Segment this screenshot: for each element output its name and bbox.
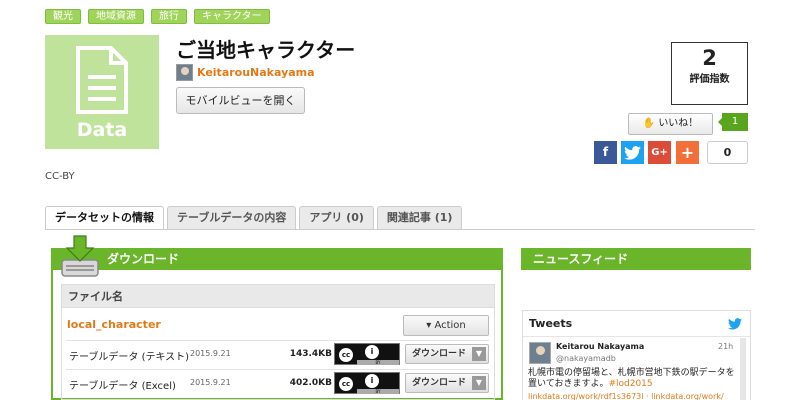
tab-bar: データセットの情報 テーブルデータの内容 アプリ (0) 関連記事 (1) xyxy=(45,206,463,230)
tweet-author-name[interactable]: Keitarou Nakayama xyxy=(556,342,644,351)
facebook-share-button[interactable]: f xyxy=(594,141,617,164)
tweet-hashtag[interactable]: #lod2015 xyxy=(608,379,652,389)
rating-score-box: 2 評価指数 xyxy=(671,42,748,105)
tweets-divider xyxy=(523,336,750,337)
rating-score: 2 xyxy=(702,46,717,70)
google-plus-share-button[interactable]: G+ xyxy=(648,141,671,164)
tag-travel[interactable]: 旅行 xyxy=(151,9,187,24)
file-row-size: 143.4KB xyxy=(289,349,332,359)
download-button[interactable]: ダウンロード ▼ xyxy=(405,373,489,393)
tweets-title[interactable]: Tweets xyxy=(529,317,572,330)
twitter-bird-icon xyxy=(728,318,742,330)
tab-dataset-info[interactable]: データセットの情報 xyxy=(45,206,164,230)
tag-sightseeing[interactable]: 観光 xyxy=(45,9,81,24)
license-label: CC-BY xyxy=(45,171,75,182)
download-icon xyxy=(61,235,99,277)
file-name-link[interactable]: local_character xyxy=(67,318,161,331)
google-plus-icon: G+ xyxy=(651,147,668,158)
tag-character[interactable]: キャラクター xyxy=(194,9,270,24)
tweet-link[interactable]: linkdata.org/work/rdf1s3673i · linkdata.… xyxy=(528,392,743,400)
tab-related-articles[interactable]: 関連記事 (1) xyxy=(376,206,463,229)
file-table-header: ファイル名 xyxy=(62,285,494,308)
download-button-label: ダウンロード xyxy=(412,378,467,388)
open-mobile-view-button[interactable]: モバイルビューを開く xyxy=(176,87,305,114)
like-button[interactable]: ✋ いいね！ xyxy=(628,113,713,135)
caret-down-icon: ▾ xyxy=(426,320,432,331)
cc-by-license-badge[interactable]: cc i BY xyxy=(334,343,400,365)
tweet-text: 札幌市電の停留場と、札幌市営地下鉄の駅データを置いておきますよ。#lod2015 xyxy=(528,368,740,390)
file-row-name: テーブルデータ (テキスト) xyxy=(69,352,190,363)
file-row-size: 402.0KB xyxy=(289,378,332,388)
twitter-share-button[interactable] xyxy=(621,141,644,164)
author[interactable]: KeitarouNakayama xyxy=(176,64,315,81)
facebook-icon: f xyxy=(602,145,609,159)
rating-label: 評価指数 xyxy=(689,74,730,85)
tag-local-resources[interactable]: 地域資源 xyxy=(88,9,144,24)
arrow-down-icon: ▼ xyxy=(472,376,486,390)
share-count: 0 xyxy=(707,141,748,164)
file-row-date: 2015.9.21 xyxy=(190,349,231,358)
arrow-down-icon: ▼ xyxy=(472,347,486,361)
dataset-data-icon: Data xyxy=(45,35,159,149)
action-label: Action xyxy=(434,320,466,331)
page-title: ご当地キャラクター xyxy=(176,38,356,62)
file-row: テーブルデータ (テキスト) 2015.9.21 143.4KB cc i BY ダ… xyxy=(66,340,489,367)
twitter-icon xyxy=(624,146,641,160)
action-dropdown-button[interactable]: ▾ Action xyxy=(403,315,489,336)
like-count: 1 xyxy=(718,113,748,131)
tweet-avatar[interactable] xyxy=(529,342,551,364)
tweets-scrollbar[interactable] xyxy=(740,338,746,400)
file-row: テーブルデータ (Excel) 2015.9.21 402.0KB cc i BY … xyxy=(66,369,489,396)
tab-divider xyxy=(45,229,755,230)
plus-icon: + xyxy=(680,143,695,162)
add-share-button[interactable]: + xyxy=(676,141,699,164)
document-icon xyxy=(76,46,128,114)
tag-list: 観光 地域資源 旅行 キャラクター xyxy=(45,9,270,24)
data-icon-label: Data xyxy=(76,119,128,141)
like-label: いいね！ xyxy=(658,118,699,129)
download-button-label: ダウンロード xyxy=(412,349,467,359)
download-panel-title: ダウンロード xyxy=(51,248,503,270)
tab-apps[interactable]: アプリ (0) xyxy=(299,206,374,229)
file-row-date: 2015.9.21 xyxy=(190,378,231,387)
cc-by-license-badge[interactable]: cc i BY xyxy=(334,372,400,394)
file-row-name: テーブルデータ (Excel) xyxy=(69,381,176,392)
avatar xyxy=(176,64,193,81)
newsfeed-title: ニュースフィード xyxy=(521,248,751,270)
tab-table-contents[interactable]: テーブルデータの内容 xyxy=(167,206,297,229)
author-name[interactable]: KeitarouNakayama xyxy=(197,66,315,79)
download-button[interactable]: ダウンロード ▼ xyxy=(405,344,489,364)
tweet-author-handle[interactable]: @nakayamadb xyxy=(556,354,616,363)
thumbs-up-icon: ✋ xyxy=(642,118,656,129)
tweet-time[interactable]: 21h xyxy=(718,342,733,351)
